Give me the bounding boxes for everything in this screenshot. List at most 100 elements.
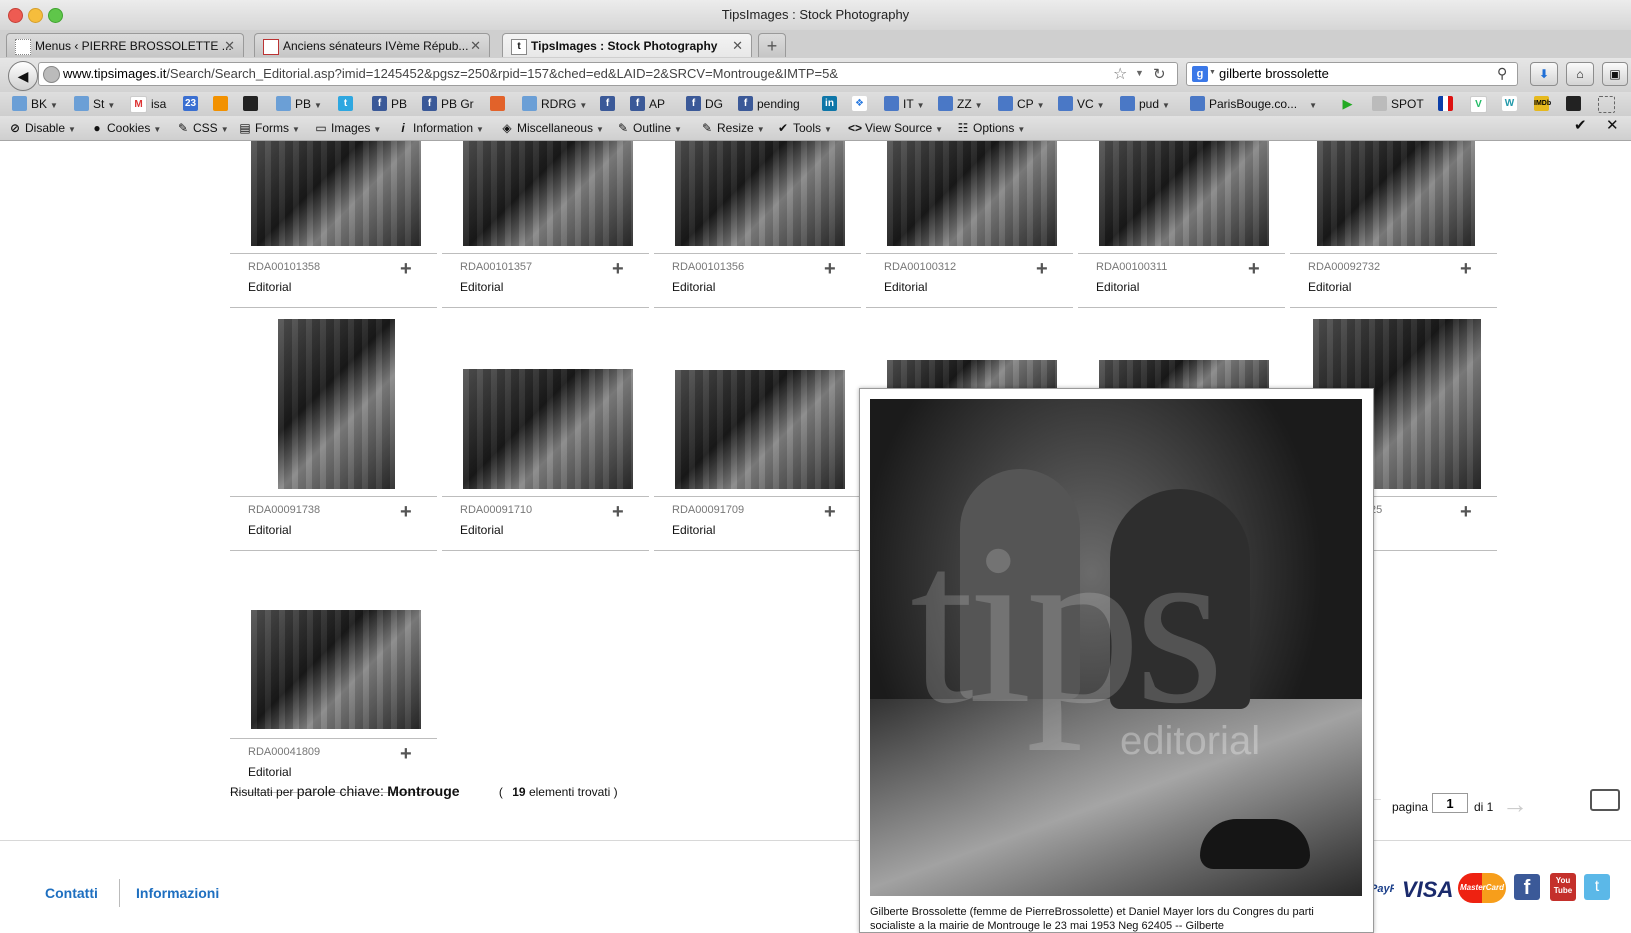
back-button[interactable]: ◀ xyxy=(8,61,38,91)
bookmark-dark-app[interactable] xyxy=(1566,96,1585,112)
dev-close-icon[interactable]: ✕ xyxy=(1606,118,1619,134)
add-to-lightbox-icon[interactable]: + xyxy=(824,258,836,281)
search-bar[interactable]: g ▼ ⚲ xyxy=(1186,62,1518,86)
bookmark-folder-rdrg[interactable]: RDRG ▼ xyxy=(522,96,587,112)
bookmark-flag[interactable] xyxy=(1438,96,1457,112)
page-number-input[interactable] xyxy=(1432,793,1468,813)
bookmark-folder-pb[interactable]: PB ▼ xyxy=(276,96,322,112)
bookmark-play[interactable]: ▶ xyxy=(1340,96,1359,112)
close-tab-icon[interactable]: ✕ xyxy=(224,34,235,57)
dev-view-source-menu[interactable]: <> View Source ▼ xyxy=(848,120,943,138)
bookmark-facebook-pb-gr[interactable]: f PB Gr xyxy=(422,96,474,112)
dev-enabled-check-icon[interactable]: ✔ xyxy=(1574,118,1587,134)
twitter-icon[interactable]: t xyxy=(1584,874,1610,900)
close-tab-icon[interactable]: ✕ xyxy=(732,34,743,57)
footer-link-contatti[interactable]: Contatti xyxy=(45,885,98,901)
close-window-button[interactable] xyxy=(8,8,23,23)
google-icon[interactable]: g xyxy=(1192,66,1208,82)
bookmark-spot[interactable]: SPOT xyxy=(1372,96,1424,112)
bookmark-w[interactable]: W xyxy=(1502,96,1521,112)
url-text[interactable]: www.tipsimages.it/Search/Search_Editoria… xyxy=(63,63,838,85)
dev-cookies-menu[interactable]: ● Cookies ▼ xyxy=(90,120,161,138)
bookmark-linkedin[interactable]: in xyxy=(822,96,841,112)
chevron-down-icon: ▼ xyxy=(314,101,322,110)
add-to-lightbox-icon[interactable]: + xyxy=(1036,258,1048,281)
add-to-lightbox-icon[interactable]: + xyxy=(1460,501,1472,524)
bookmark-facebook-pb[interactable]: f PB xyxy=(372,96,407,112)
bookmark-imdb[interactable]: IMDb xyxy=(1534,96,1553,112)
bookmark-facebook-ap[interactable]: f AP xyxy=(630,96,665,112)
dev-resize-menu[interactable]: ✎ Resize ▼ xyxy=(700,120,765,138)
photo-thumbnail[interactable] xyxy=(278,319,395,489)
photo-thumbnail[interactable] xyxy=(1317,141,1475,246)
dev-miscellaneous-menu[interactable]: ◈ Miscellaneous ▼ xyxy=(500,120,604,138)
dev-images-menu[interactable]: ▭ Images ▼ xyxy=(314,120,381,138)
bookmark-feed-cp[interactable]: CP ▼ xyxy=(998,96,1045,112)
add-to-lightbox-icon[interactable]: + xyxy=(824,501,836,524)
bookmark-feed-zz[interactable]: ZZ ▼ xyxy=(938,96,983,112)
dev-information-menu[interactable]: i Information ▼ xyxy=(396,120,484,138)
bookmark-dark[interactable] xyxy=(243,96,262,112)
close-tab-icon[interactable]: ✕ xyxy=(470,34,481,57)
add-to-lightbox-icon[interactable]: + xyxy=(612,501,624,524)
dev-options-menu[interactable]: ☷ Options ▼ xyxy=(956,120,1026,138)
bookmark-facebook-pending[interactable]: f pending xyxy=(738,96,800,112)
bookmark-feed-it[interactable]: IT ▼ xyxy=(884,96,925,112)
next-page-arrow-icon[interactable]: → xyxy=(1502,789,1528,820)
bookmark-folder-st[interactable]: St ▼ xyxy=(74,96,115,112)
bookmark-isa[interactable]: Misa xyxy=(130,96,166,113)
magnifier-icon[interactable]: ⚲ xyxy=(1497,65,1507,82)
bookmark-feed-vc[interactable]: VC ▼ xyxy=(1058,96,1105,112)
print-icon[interactable] xyxy=(1590,789,1620,811)
zoom-window-button[interactable] xyxy=(48,8,63,23)
bookmark-rss-red[interactable] xyxy=(490,96,509,112)
add-to-lightbox-icon[interactable]: + xyxy=(1248,258,1260,281)
add-to-lightbox-icon[interactable]: + xyxy=(400,743,412,766)
photo-thumbnail[interactable] xyxy=(675,141,845,246)
tab-tipsimages[interactable]: t TipsImages : Stock Photography ✕ xyxy=(502,33,752,57)
bookmark-facebook-dg[interactable]: f DG xyxy=(686,96,723,112)
engine-dropdown-icon[interactable]: ▼ xyxy=(1209,69,1216,76)
url-history-dropdown-icon[interactable]: ▼ xyxy=(1135,68,1144,78)
photo-thumbnail[interactable] xyxy=(675,370,845,489)
bookmark-feed-pud[interactable]: pud ▼ xyxy=(1120,96,1170,112)
bookmark-orange[interactable] xyxy=(213,96,232,112)
dev-tools-menu[interactable]: ✔ Tools ▼ xyxy=(776,120,832,138)
new-tab-button[interactable]: + xyxy=(758,33,786,57)
photo-thumbnail[interactable] xyxy=(1099,141,1269,246)
bookmark-parisbouge[interactable]: ParisBouge.co... ▼ xyxy=(1190,96,1317,112)
extensions-menu-button[interactable]: ▣ xyxy=(1602,62,1628,86)
bookmark-folder-bk[interactable]: BK ▼ xyxy=(12,96,58,112)
photo-thumbnail[interactable] xyxy=(887,141,1057,246)
photo-thumbnail[interactable] xyxy=(463,369,633,489)
footer-link-informazioni[interactable]: Informazioni xyxy=(136,885,219,901)
photo-thumbnail[interactable] xyxy=(463,141,633,246)
bookmark-calendar[interactable]: 23 xyxy=(183,96,202,112)
bookmark-star-icon[interactable]: ☆ xyxy=(1113,64,1127,84)
add-to-lightbox-icon[interactable]: + xyxy=(612,258,624,281)
home-button[interactable]: ⌂ xyxy=(1566,62,1594,86)
dev-css-menu[interactable]: ✎ CSS ▼ xyxy=(176,120,229,138)
add-to-lightbox-icon[interactable]: + xyxy=(1460,258,1472,281)
youtube-icon[interactable]: You Tube xyxy=(1550,873,1576,901)
downloads-button[interactable]: ⬇ xyxy=(1530,62,1558,86)
search-input[interactable] xyxy=(1217,65,1481,82)
tab-anciens-senateurs[interactable]: Anciens sénateurs IVème Répub... ✕ xyxy=(254,33,490,57)
bookmark-v[interactable]: V xyxy=(1470,96,1491,113)
minimize-window-button[interactable] xyxy=(28,8,43,23)
add-to-lightbox-icon[interactable]: + xyxy=(400,501,412,524)
dev-forms-menu[interactable]: ▤ Forms ▼ xyxy=(238,120,300,138)
reload-icon[interactable]: ↻ xyxy=(1153,65,1166,83)
bookmark-more[interactable] xyxy=(1598,96,1619,113)
add-to-lightbox-icon[interactable]: + xyxy=(400,258,412,281)
dev-disable-menu[interactable]: ⊘ Disable ▼ xyxy=(8,120,76,138)
bookmark-facebook[interactable]: f xyxy=(600,96,619,112)
photo-thumbnail[interactable] xyxy=(251,141,421,246)
bookmark-dropbox[interactable]: ❖ xyxy=(852,96,871,112)
dev-outline-menu[interactable]: ✎ Outline ▼ xyxy=(616,120,682,138)
facebook-icon[interactable]: f xyxy=(1514,874,1540,900)
photo-thumbnail[interactable] xyxy=(251,610,421,729)
tab-pierre-brossolette[interactable]: Menus ‹ PIERRE BROSSOLETTE ... ✕ xyxy=(6,33,244,57)
bookmark-twitter[interactable]: t xyxy=(338,96,357,112)
address-bar[interactable]: www.tipsimages.it/Search/Search_Editoria… xyxy=(38,62,1178,86)
